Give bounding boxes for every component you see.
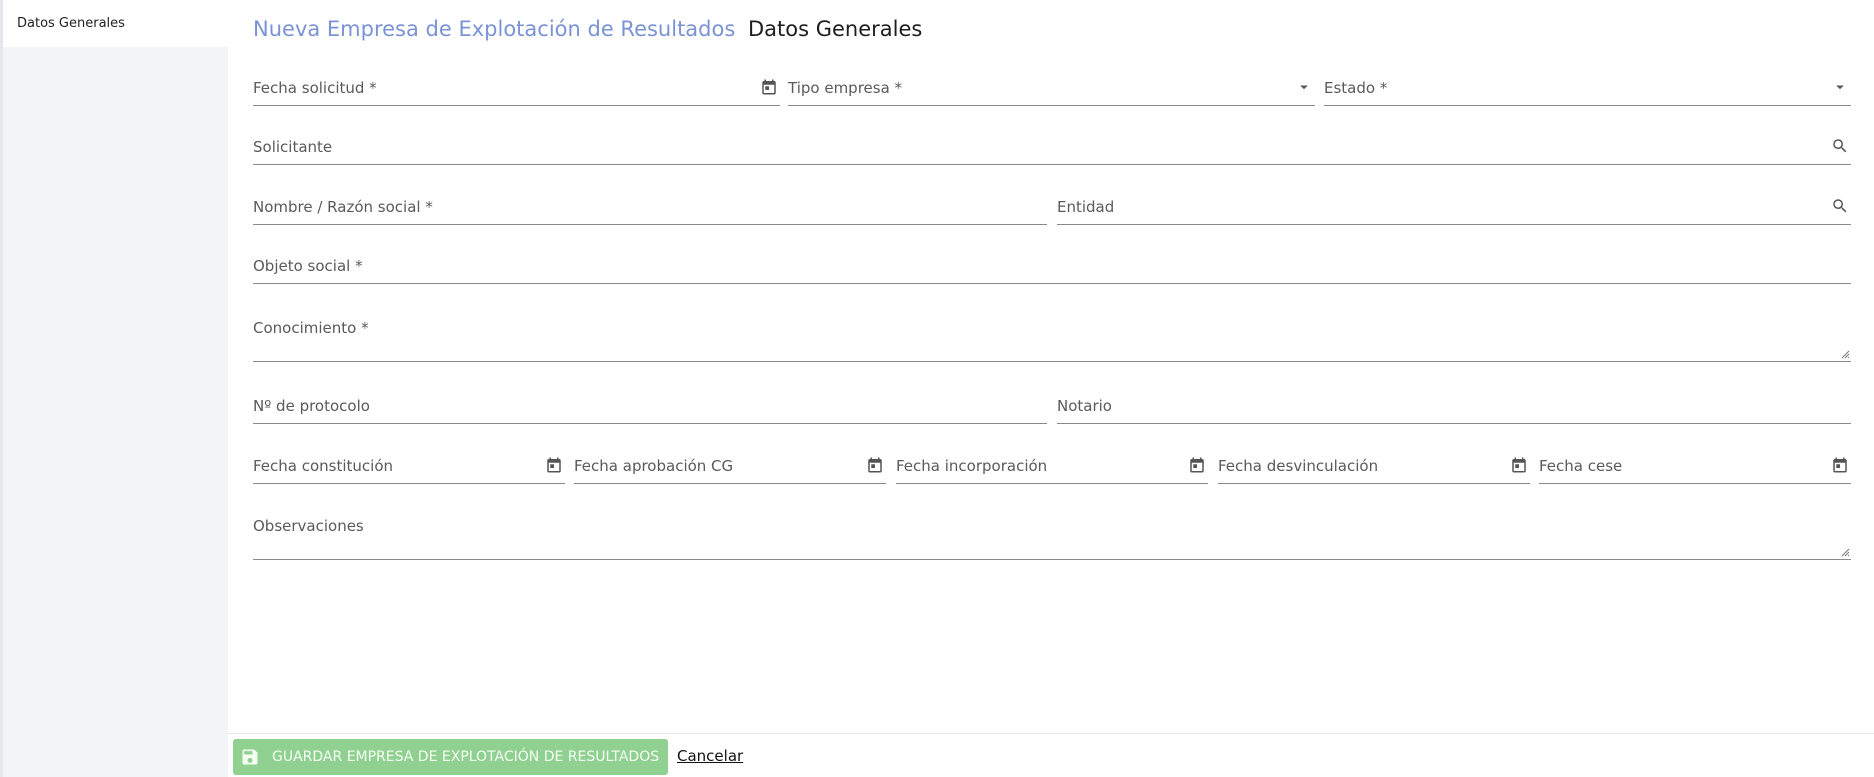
objeto-social-label: Objeto social * (253, 257, 363, 275)
fecha-constitucion-field[interactable]: Fecha constitución (253, 454, 565, 484)
fecha-incorporacion-field[interactable]: Fecha incorporación (896, 454, 1208, 484)
sidebar-item-label: Datos Generales (17, 16, 125, 31)
entidad-field[interactable]: Entidad (1057, 195, 1851, 225)
search-icon[interactable] (1831, 197, 1849, 215)
cancel-link[interactable]: Cancelar (677, 747, 743, 765)
breadcrumb: Nueva Empresa de Explotación de Resultad… (253, 17, 736, 41)
notario-label: Notario (1057, 397, 1112, 415)
resize-handle-icon[interactable] (1841, 350, 1850, 359)
protocolo-label: Nº de protocolo (253, 397, 370, 415)
fecha-solicitud-label: Fecha solicitud * (253, 79, 377, 97)
save-button[interactable]: GUARDAR EMPRESA DE EXPLOTACIÓN DE RESULT… (233, 739, 668, 775)
page-title: Datos Generales (747, 17, 923, 41)
fecha-cese-field[interactable]: Fecha cese (1539, 454, 1851, 484)
page-heading: Nueva Empresa de Explotación de Resultad… (253, 17, 922, 41)
calendar-icon[interactable] (1831, 456, 1849, 474)
conocimiento-label: Conocimiento * (253, 319, 369, 337)
estado-select[interactable]: Estado * (1324, 76, 1851, 106)
estado-label: Estado * (1324, 79, 1388, 97)
fecha-constitucion-label: Fecha constitución (253, 457, 394, 475)
dropdown-arrow-icon[interactable] (1831, 78, 1849, 96)
solicitante-label: Solicitante (253, 138, 333, 156)
fecha-incorporacion-label: Fecha incorporación (896, 457, 1048, 475)
entidad-label: Entidad (1057, 198, 1115, 216)
app: Datos Generales Nueva Empresa de Explota… (0, 0, 1874, 777)
calendar-icon[interactable] (1510, 456, 1528, 474)
observaciones-textarea[interactable]: Observaciones (253, 514, 1851, 560)
main-content: Nueva Empresa de Explotación de Resultad… (228, 0, 1874, 733)
solicitante-field[interactable]: Solicitante (253, 135, 1851, 165)
footer-actions: GUARDAR EMPRESA DE EXPLOTACIÓN DE RESULT… (228, 733, 1874, 777)
save-icon (242, 749, 258, 765)
fecha-desvinculacion-label: Fecha desvinculación (1218, 457, 1379, 475)
calendar-icon[interactable] (1188, 456, 1206, 474)
nombre-label: Nombre / Razón social * (253, 198, 433, 216)
nombre-razon-social-field[interactable]: Nombre / Razón social * (253, 195, 1047, 225)
fecha-cese-label: Fecha cese (1539, 457, 1623, 475)
fecha-aprobacion-label: Fecha aprobación CG (574, 457, 734, 475)
sidebar-item-datos-generales[interactable]: Datos Generales (3, 0, 228, 47)
objeto-social-field[interactable]: Objeto social * (253, 254, 1851, 284)
calendar-icon[interactable] (760, 78, 778, 96)
conocimiento-textarea[interactable]: Conocimiento * (253, 316, 1851, 362)
fecha-desvinculacion-field[interactable]: Fecha desvinculación (1218, 454, 1530, 484)
tipo-empresa-select[interactable]: Tipo empresa * (788, 76, 1315, 106)
notario-field[interactable]: Notario (1057, 394, 1851, 424)
dropdown-arrow-icon[interactable] (1295, 78, 1313, 96)
numero-protocolo-field[interactable]: Nº de protocolo (253, 394, 1047, 424)
tipo-empresa-label: Tipo empresa * (788, 79, 903, 97)
calendar-icon[interactable] (545, 456, 563, 474)
sidebar: Datos Generales (0, 0, 228, 777)
observaciones-label: Observaciones (253, 517, 364, 535)
fecha-aprobacion-cg-field[interactable]: Fecha aprobación CG (574, 454, 886, 484)
calendar-icon[interactable] (866, 456, 884, 474)
fecha-solicitud-field[interactable]: Fecha solicitud * (253, 76, 780, 106)
resize-handle-icon[interactable] (1841, 548, 1850, 557)
search-icon[interactable] (1831, 137, 1849, 155)
save-button-label: GUARDAR EMPRESA DE EXPLOTACIÓN DE RESULT… (272, 749, 660, 765)
